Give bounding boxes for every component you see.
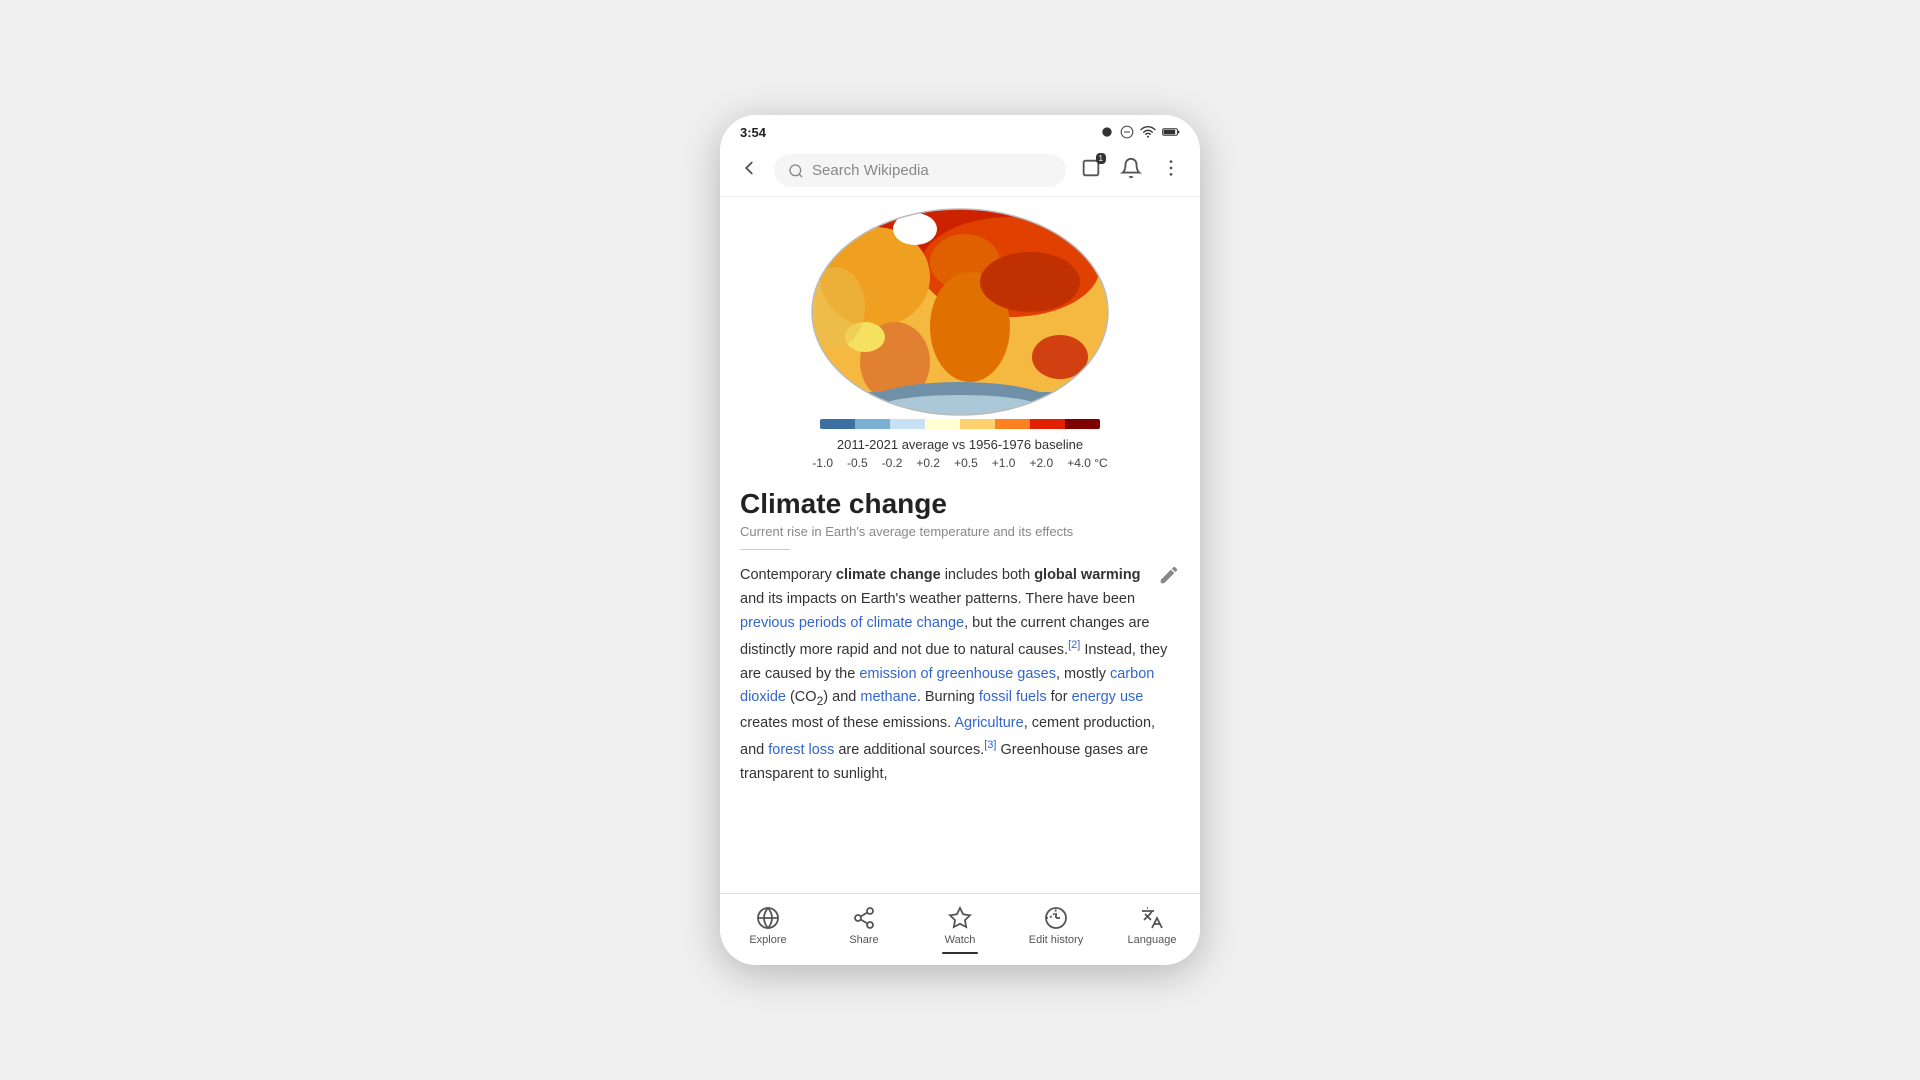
back-button[interactable] <box>734 153 764 188</box>
nav-language-label: Language <box>1128 934 1177 946</box>
link-methane[interactable]: methane <box>860 689 916 705</box>
tab-count: 1 <box>1096 153 1106 164</box>
map-section: 2011-2021 average vs 1956-1976 baseline … <box>720 197 1200 474</box>
link-emission-greenhouse[interactable]: emission of greenhouse gases <box>859 666 1056 682</box>
scale-label-6: +2.0 <box>1029 456 1053 470</box>
search-placeholder: Search Wikipedia <box>812 162 929 179</box>
scale-label-4: +0.5 <box>954 456 978 470</box>
link-agriculture[interactable]: Agriculture <box>954 715 1023 731</box>
nav-share-label: Share <box>849 934 878 946</box>
bold-climate-change: climate change <box>836 567 941 583</box>
edit-icon[interactable] <box>1158 564 1180 595</box>
article-intro-paragraph: Contemporary climate change includes bot… <box>740 564 1180 787</box>
nav-explore[interactable]: Explore <box>738 906 798 946</box>
link-previous-periods[interactable]: previous periods of climate change <box>740 615 964 631</box>
nav-watch-label: Watch <box>945 934 976 946</box>
link-forest-loss[interactable]: forest loss <box>768 742 834 758</box>
world-map[interactable] <box>810 207 1110 417</box>
link-fossil-fuels[interactable]: fossil fuels <box>979 689 1047 705</box>
edit-history-icon <box>1044 906 1068 930</box>
top-bar: Search Wikipedia 1 <box>720 145 1200 197</box>
minus-circle-icon <box>1120 125 1134 139</box>
ref-2[interactable]: [2] <box>1068 639 1080 651</box>
scale-label-0: -1.0 <box>812 456 833 470</box>
co2-subscript: 2 <box>817 694 824 708</box>
more-options-button[interactable] <box>1156 153 1186 188</box>
nav-edit-history[interactable]: Edit history <box>1026 906 1086 946</box>
status-bar: 3:54 <box>720 115 1200 145</box>
nav-explore-label: Explore <box>749 934 786 946</box>
status-time: 3:54 <box>740 125 766 140</box>
notifications-button[interactable] <box>1116 153 1146 188</box>
article-divider <box>740 549 790 550</box>
share-icon <box>852 906 876 930</box>
search-icon <box>788 163 804 179</box>
ref-3[interactable]: [3] <box>984 739 996 751</box>
search-bar[interactable]: Search Wikipedia <box>774 154 1066 187</box>
status-icons <box>1100 125 1180 139</box>
bold-global-warming: global warming <box>1034 567 1140 583</box>
article-subtitle: Current rise in Earth's average temperat… <box>740 524 1180 539</box>
battery-icon <box>1162 126 1180 138</box>
top-bar-actions: 1 <box>1076 153 1186 188</box>
scale-label-1: -0.5 <box>847 456 868 470</box>
article-body: Climate change Current rise in Earth's a… <box>720 474 1200 867</box>
bottom-navigation: Explore Share Watch <box>720 893 1200 965</box>
map-scale-labels: -1.0 -0.5 -0.2 +0.2 +0.5 +1.0 +2.0 +4.0 … <box>812 456 1107 470</box>
temperature-map-svg <box>810 207 1110 417</box>
scale-label-3: +0.2 <box>916 456 940 470</box>
scale-label-7: +4.0 °C <box>1067 456 1108 470</box>
watch-star-icon <box>948 906 972 930</box>
globe-icon <box>756 906 780 930</box>
record-icon <box>1100 125 1114 139</box>
scale-label-5: +1.0 <box>992 456 1016 470</box>
color-scale-bar <box>820 419 1100 429</box>
nav-edit-history-label: Edit history <box>1029 934 1083 946</box>
nav-share[interactable]: Share <box>834 906 894 946</box>
scale-label-2: -0.2 <box>882 456 903 470</box>
article-title: Climate change <box>740 488 1180 520</box>
translate-icon <box>1140 906 1164 930</box>
map-caption: 2011-2021 average vs 1956-1976 baseline <box>837 437 1083 452</box>
link-energy-use[interactable]: energy use <box>1072 689 1144 705</box>
article-content-area[interactable]: 2011-2021 average vs 1956-1976 baseline … <box>720 197 1200 965</box>
nav-language[interactable]: Language <box>1122 906 1182 946</box>
nav-watch[interactable]: Watch <box>930 906 990 946</box>
tab-button[interactable]: 1 <box>1076 153 1106 188</box>
wifi-icon <box>1140 125 1156 139</box>
